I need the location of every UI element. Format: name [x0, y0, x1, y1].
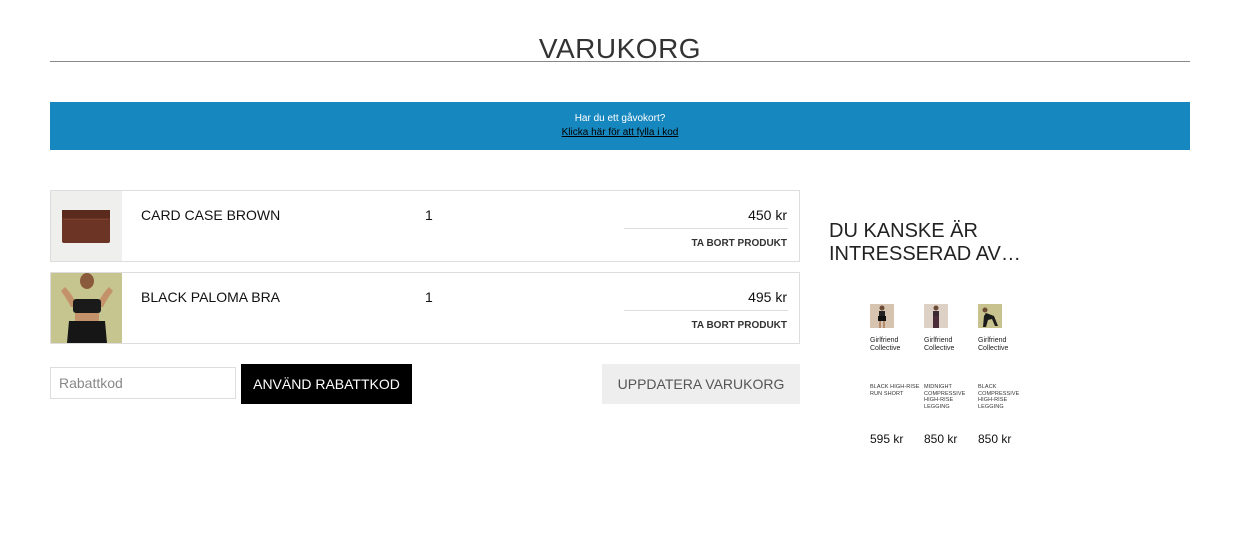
- product-quantity: 1: [425, 207, 433, 223]
- row-divider: [624, 310, 788, 311]
- recommendation-item[interactable]: Girlfriend Collective BLACK HIGH-RISE RU…: [870, 304, 924, 446]
- product-name[interactable]: BLACK PALOMA BRA: [141, 289, 280, 305]
- recommendation-image[interactable]: [870, 304, 894, 328]
- cart-item: BLACK PALOMA BRA 1 495 kr TA BORT PRODUK…: [50, 272, 800, 344]
- product-image-paloma-bra[interactable]: [51, 273, 122, 343]
- gift-card-question: Har du ett gåvokort?: [574, 113, 666, 124]
- recommendations-title: DU KANSKE ÄR INTRESSERAD AV…: [829, 220, 1021, 265]
- remove-product-button[interactable]: TA BORT PRODUKT: [691, 320, 787, 331]
- recommendation-brand: Girlfriend Collective: [924, 337, 955, 352]
- title-divider: [50, 61, 1190, 62]
- recommendation-image[interactable]: [924, 304, 948, 328]
- recommendation-image[interactable]: [978, 304, 1002, 328]
- recommendation-brand: Girlfriend Collective: [870, 337, 901, 352]
- recommendation-price: 595 kr: [870, 432, 904, 446]
- product-price: 450 kr: [748, 207, 787, 223]
- update-cart-button[interactable]: UPPDATERA VARUKORG: [602, 364, 800, 404]
- cart-item: CARD CASE BROWN 1 450 kr TA BORT PRODUKT: [50, 190, 800, 262]
- product-image-card-case[interactable]: [51, 191, 122, 261]
- recommendation-item[interactable]: Girlfriend Collective BLACK COMPRESSIVE …: [978, 304, 1032, 446]
- gift-card-banner: Har du ett gåvokort? Klicka här för att …: [50, 102, 1190, 150]
- remove-product-button[interactable]: TA BORT PRODUKT: [691, 238, 787, 249]
- recommendation-name[interactable]: MIDNIGHT COMPRESSIVE HIGH-RISE LEGGING: [924, 384, 976, 410]
- row-divider: [624, 228, 788, 229]
- coupon-code-input[interactable]: [50, 367, 236, 399]
- recommendation-name[interactable]: BLACK COMPRESSIVE HIGH-RISE LEGGING: [978, 384, 1030, 410]
- recommendation-price: 850 kr: [978, 432, 1012, 446]
- recommendation-item[interactable]: Girlfriend Collective MIDNIGHT COMPRESSI…: [924, 304, 978, 446]
- gift-card-link[interactable]: Klicka här för att fylla i kod: [562, 127, 679, 138]
- page-title: VARUKORG: [538, 32, 702, 64]
- product-name[interactable]: CARD CASE BROWN: [141, 207, 280, 223]
- recommendation-name[interactable]: BLACK HIGH-RISE RUN SHORT: [870, 384, 922, 397]
- recommendation-brand: Girlfriend Collective: [978, 337, 1009, 352]
- product-quantity: 1: [425, 289, 433, 305]
- product-price: 495 kr: [748, 289, 787, 305]
- recommendation-price: 850 kr: [924, 432, 958, 446]
- apply-coupon-button[interactable]: ANVÄND RABATTKOD: [241, 364, 412, 404]
